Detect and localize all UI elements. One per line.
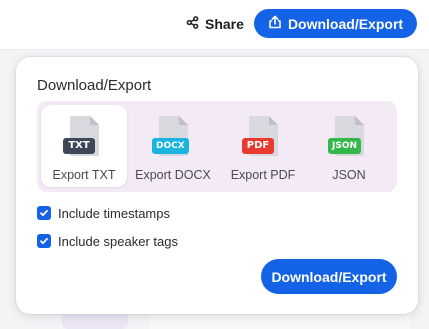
format-selector: TXT Export TXT DOCX Export DOCX PDF Expo… — [37, 101, 397, 192]
format-tag: DOCX — [152, 138, 189, 154]
header-export-button[interactable]: Download/Export — [254, 9, 417, 38]
share-label: Share — [205, 16, 244, 32]
format-label: Export TXT — [52, 168, 116, 182]
checkmark-icon — [40, 209, 48, 217]
checkmark-icon — [40, 237, 48, 245]
export-button[interactable]: Download/Export — [261, 259, 397, 294]
option-label: Include speaker tags — [58, 233, 178, 249]
share-button[interactable]: Share — [186, 12, 244, 36]
option-include-timestamps[interactable]: Include timestamps — [37, 205, 170, 221]
format-tag: JSON — [328, 138, 362, 154]
checkbox-checked[interactable] — [37, 206, 51, 220]
top-bar: Share Download/Export — [0, 0, 429, 50]
format-tag: TXT — [63, 138, 95, 154]
format-label: Export DOCX — [135, 168, 211, 182]
option-label: Include timestamps — [58, 205, 170, 221]
format-option-json[interactable]: JSON JSON — [306, 105, 392, 187]
panel-title: Download/Export — [37, 77, 152, 94]
format-label: Export PDF — [230, 168, 296, 182]
format-option-txt[interactable]: TXT Export TXT — [41, 105, 127, 187]
format-tag: PDF — [242, 138, 274, 154]
share-icon — [186, 16, 199, 32]
checkbox-checked[interactable] — [37, 234, 51, 248]
export-popover: Download/Export TXT Export TXT DOCX Expo… — [16, 57, 418, 314]
option-include-speaker-tags[interactable]: Include speaker tags — [37, 233, 178, 249]
upload-icon — [268, 15, 282, 32]
format-option-docx[interactable]: DOCX Export DOCX — [130, 105, 216, 187]
format-label: JSON — [332, 168, 366, 182]
header-export-label: Download/Export — [287, 15, 404, 32]
format-option-pdf[interactable]: PDF Export PDF — [220, 105, 306, 187]
